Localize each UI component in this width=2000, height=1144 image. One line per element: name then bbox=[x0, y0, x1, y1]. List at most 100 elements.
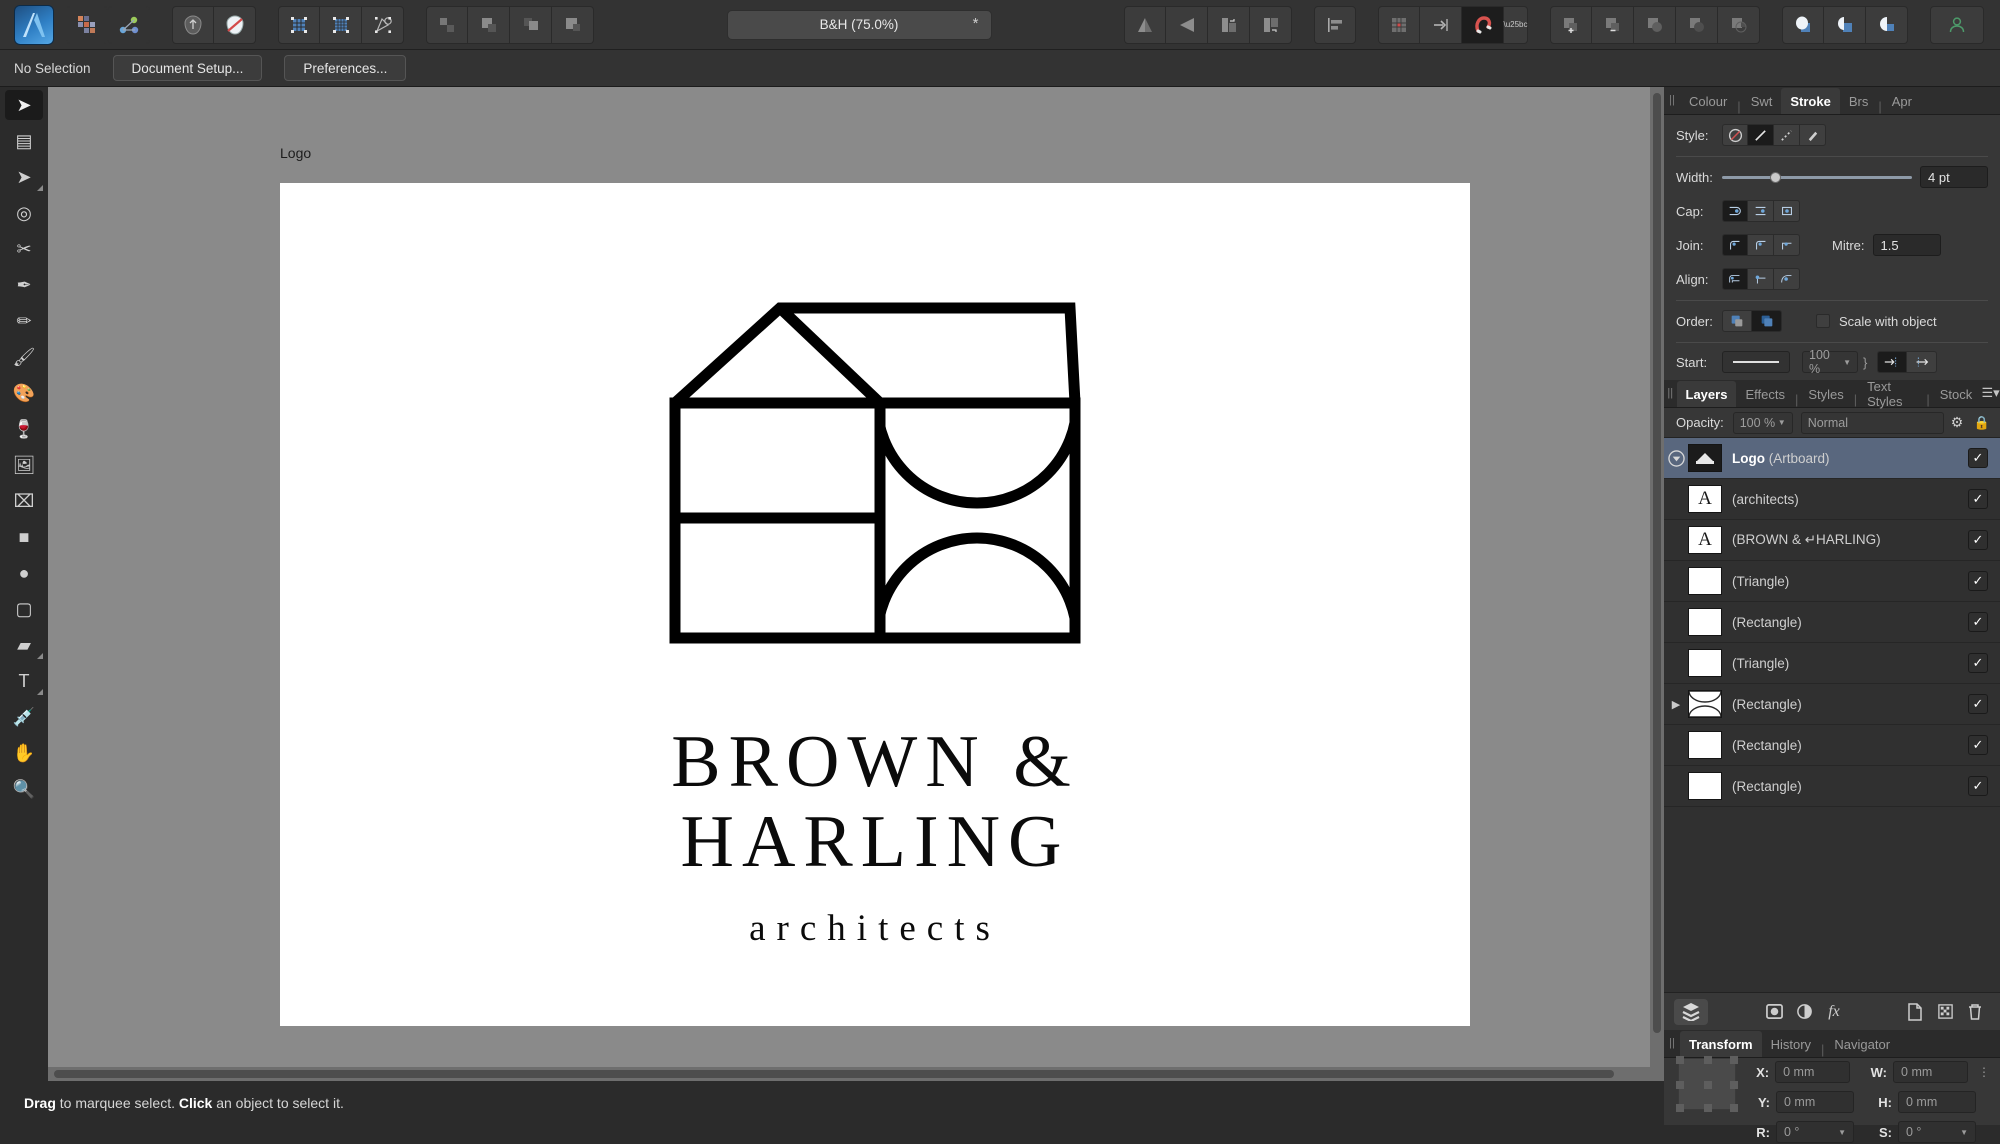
artboard-tool[interactable]: ▤ bbox=[0, 123, 48, 159]
tab-text-styles[interactable]: Text Styles bbox=[1858, 381, 1925, 407]
group-icon[interactable] bbox=[426, 6, 468, 44]
document-zoom-field[interactable]: B&H (75.0%) * bbox=[727, 10, 992, 40]
snap-to-icon[interactable] bbox=[1420, 6, 1462, 44]
mitre-input[interactable]: 1.5 bbox=[1873, 234, 1941, 256]
vector-snap-icon[interactable] bbox=[362, 6, 404, 44]
layer-row[interactable]: (Triangle)✓ bbox=[1664, 561, 2000, 602]
tab-apr[interactable]: Apr bbox=[1883, 88, 1921, 114]
layer-visibility-checkbox[interactable]: ✓ bbox=[1968, 571, 1988, 591]
preferences-button[interactable]: Preferences... bbox=[284, 55, 406, 81]
blend-mode-dropdown[interactable]: Normal bbox=[1801, 412, 1944, 434]
h-input[interactable]: 0 mm bbox=[1898, 1091, 1976, 1113]
delete-layer-icon[interactable] bbox=[1960, 999, 1990, 1025]
logo-wordmark[interactable]: BROWN & HARLING architects bbox=[280, 723, 1470, 950]
mask-icon[interactable] bbox=[1759, 999, 1789, 1025]
mitre-join-icon[interactable] bbox=[1722, 234, 1748, 256]
hand-tool[interactable]: ✋ bbox=[0, 735, 48, 771]
tab-brs[interactable]: Brs bbox=[1840, 88, 1878, 114]
width-slider-knob[interactable] bbox=[1770, 172, 1781, 183]
layer-list[interactable]: Logo (Artboard)✓A(architects)✓A(BROWN & … bbox=[1664, 438, 2000, 807]
fx-icon[interactable]: fx bbox=[1819, 999, 1849, 1025]
canvas-horizontal-scrollbar[interactable] bbox=[48, 1067, 1664, 1081]
vector-crop-tool[interactable]: ✂ bbox=[0, 231, 48, 267]
layer-visibility-checkbox[interactable]: ✓ bbox=[1968, 448, 1988, 468]
tab-stock[interactable]: Stock bbox=[1931, 381, 1982, 407]
brush-stroke-icon[interactable] bbox=[1800, 124, 1826, 146]
opacity-dropdown[interactable]: 100 %▼ bbox=[1733, 412, 1793, 434]
w-input[interactable]: 0 mm bbox=[1893, 1061, 1968, 1083]
divide-icon[interactable] bbox=[1676, 6, 1718, 44]
canvas-vertical-scrollbar[interactable] bbox=[1650, 87, 1664, 1081]
artboard-label[interactable]: Logo bbox=[280, 145, 311, 161]
rotate-left-icon[interactable] bbox=[1208, 6, 1250, 44]
layer-visibility-checkbox[interactable]: ✓ bbox=[1968, 489, 1988, 509]
node-tool[interactable]: ➤ bbox=[0, 159, 48, 195]
subtract-icon[interactable] bbox=[1592, 6, 1634, 44]
align-left-icon[interactable] bbox=[1314, 6, 1356, 44]
layer-visibility-checkbox[interactable]: ✓ bbox=[1968, 735, 1988, 755]
layer-row[interactable]: (Triangle)✓ bbox=[1664, 643, 2000, 684]
order-forward-icon[interactable] bbox=[510, 6, 552, 44]
transform-panel-grip-icon[interactable]: || bbox=[1664, 1029, 1680, 1057]
align-centre-icon[interactable] bbox=[1722, 268, 1748, 290]
layers-panel-grip-icon[interactable]: || bbox=[1664, 379, 1677, 407]
crop-tool[interactable]: ⌧ bbox=[0, 483, 48, 519]
expand-arrow-icon[interactable]: ▶ bbox=[1664, 698, 1688, 711]
flip-vertical-icon[interactable] bbox=[1166, 6, 1208, 44]
join-curves-icon[interactable] bbox=[1866, 6, 1908, 44]
artboard-logo[interactable]: BROWN & HARLING architects bbox=[280, 183, 1470, 1026]
width-input[interactable]: 4 pt bbox=[1920, 166, 1988, 188]
tab-styles[interactable]: Styles bbox=[1799, 381, 1852, 407]
artistic-text-tool[interactable]: T bbox=[0, 663, 48, 699]
canvas-area[interactable]: Logo bbox=[48, 87, 1664, 1081]
grid-icon[interactable] bbox=[1378, 6, 1420, 44]
tab-swt[interactable]: Swt bbox=[1742, 88, 1782, 114]
colour-picker-tool[interactable]: 💉 bbox=[0, 699, 48, 735]
layer-visibility-checkbox[interactable]: ✓ bbox=[1968, 694, 1988, 714]
show-grid-icon[interactable] bbox=[278, 6, 320, 44]
pen-tool[interactable]: ✒ bbox=[0, 267, 48, 303]
layers-stack-icon[interactable] bbox=[1674, 999, 1708, 1025]
layer-row[interactable]: (Rectangle)✓ bbox=[1664, 602, 2000, 643]
layer-row[interactable]: ▶(Rectangle)✓ bbox=[1664, 684, 2000, 725]
width-slider[interactable] bbox=[1722, 166, 1912, 188]
flip-horizontal-icon[interactable] bbox=[1124, 6, 1166, 44]
r-input[interactable]: 0 °▼ bbox=[1776, 1121, 1854, 1143]
panel-grip-icon[interactable]: || bbox=[1664, 86, 1680, 114]
solid-stroke-icon[interactable] bbox=[1748, 124, 1774, 146]
start-scale-dropdown[interactable]: 100 %▼ bbox=[1802, 351, 1858, 373]
magnet-icon[interactable] bbox=[1462, 6, 1504, 44]
round-cap-icon[interactable] bbox=[1748, 200, 1774, 222]
document-setup-button[interactable]: Document Setup... bbox=[113, 55, 263, 81]
tab-layers[interactable]: Layers bbox=[1677, 381, 1737, 407]
adjustment-icon[interactable] bbox=[1789, 999, 1819, 1025]
x-input[interactable]: 0 mm bbox=[1775, 1061, 1850, 1083]
align-outside-icon[interactable] bbox=[1774, 268, 1800, 290]
ellipse-tool[interactable]: ● bbox=[0, 555, 48, 591]
collapse-arrow-icon[interactable] bbox=[1664, 450, 1688, 467]
fill-blend-icon[interactable] bbox=[172, 6, 214, 44]
pixel-persona-icon[interactable] bbox=[66, 6, 108, 44]
lock-icon[interactable]: 🔒 bbox=[1970, 415, 1994, 431]
canvas-horizontal-scroll-thumb[interactable] bbox=[54, 1070, 1614, 1078]
layer-row[interactable]: A(BROWN & ↵HARLING)✓ bbox=[1664, 520, 2000, 561]
layer-row[interactable]: Logo (Artboard)✓ bbox=[1664, 438, 2000, 479]
align-inside-icon[interactable] bbox=[1748, 268, 1774, 290]
tab-transform[interactable]: Transform bbox=[1680, 1031, 1762, 1057]
add-pixel-layer-icon[interactable] bbox=[1930, 999, 1960, 1025]
s-input[interactable]: 0 °▼ bbox=[1898, 1121, 1976, 1143]
tab-colour[interactable]: Colour bbox=[1680, 88, 1736, 114]
add-layer-icon[interactable] bbox=[1900, 999, 1930, 1025]
paintbrush-tool[interactable]: 🖌 bbox=[0, 339, 48, 375]
tab-stroke[interactable]: Stroke bbox=[1781, 88, 1839, 114]
y-input[interactable]: 0 mm bbox=[1776, 1091, 1854, 1113]
move-tool[interactable]: ➤ bbox=[0, 87, 48, 123]
start-arrow-swatch[interactable] bbox=[1722, 351, 1790, 373]
dashed-stroke-icon[interactable] bbox=[1774, 124, 1800, 146]
round-join-icon[interactable] bbox=[1748, 234, 1774, 256]
layer-row[interactable]: (Rectangle)✓ bbox=[1664, 725, 2000, 766]
house-mark[interactable] bbox=[625, 293, 1125, 693]
chevron-down-icon[interactable]: \u25bc bbox=[1504, 6, 1528, 44]
rectangle-tool[interactable]: ■ bbox=[0, 519, 48, 555]
link-ratio-icon[interactable]: ⋮ bbox=[1978, 1065, 1990, 1079]
